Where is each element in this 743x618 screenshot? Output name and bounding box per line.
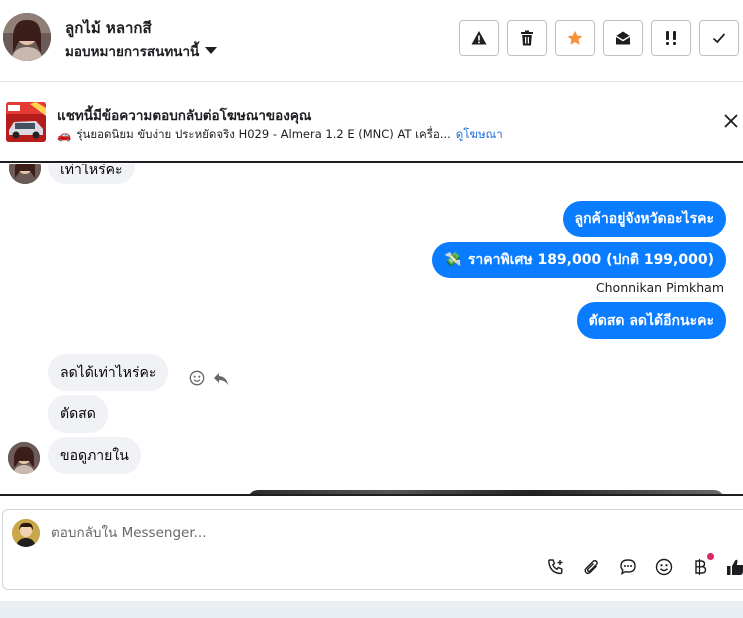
notification-dot	[707, 553, 714, 560]
close-icon[interactable]	[724, 113, 743, 135]
reply-composer	[2, 509, 743, 590]
page-avatar	[12, 519, 40, 547]
contact-avatar[interactable]	[3, 13, 51, 61]
emoji-icon[interactable]	[653, 556, 675, 578]
message-thread[interactable]: เท่าไหร่คะ ลูกค้าอยู่จังหวัดอะไรคะ 💸 ราค…	[0, 164, 743, 494]
divider	[0, 161, 743, 163]
contact-avatar-small	[8, 442, 40, 474]
ad-thumbnail[interactable]	[6, 102, 46, 142]
ad-reply-banner: แชทนี้มีข้อความตอบกลับต่อโฆษณาของคุณ 🚗 ร…	[0, 83, 743, 162]
message-bubble-incoming[interactable]: ขอดูภายใน	[48, 437, 141, 474]
message-bubble-incoming[interactable]: ลดได้เท่าไหร่คะ	[48, 354, 169, 391]
message-text: ลูกค้าอยู่จังหวัดอะไรคะ	[574, 211, 715, 227]
conversation-header: ลูกไม้ หลากสี มอบหมายการสนทนานี้	[0, 0, 743, 82]
message-bubble-incoming[interactable]: ตัดสด	[48, 395, 108, 433]
mark-unread-button[interactable]	[603, 20, 643, 56]
bottom-background	[0, 601, 743, 618]
divider	[0, 494, 743, 496]
message-text: ขอดูภายใน	[60, 447, 129, 464]
trash-icon	[520, 30, 534, 46]
star-icon	[567, 30, 583, 46]
assign-label: มอบหมายการสนทนานี้	[65, 44, 200, 60]
thumbs-up-icon[interactable]	[725, 556, 743, 578]
done-button[interactable]	[699, 20, 739, 56]
message-text: ตัดสด	[60, 406, 96, 422]
contact-avatar-small	[9, 164, 41, 184]
baht-payment-icon[interactable]	[689, 553, 714, 578]
message-text: เท่าไหร่คะ	[60, 164, 123, 178]
call-add-icon[interactable]	[545, 556, 567, 578]
message-text: ราคาพิเศษ 189,000 (ปกติ 199,000)	[467, 252, 714, 268]
exclamation-icon	[663, 30, 679, 46]
message-bubble-outgoing[interactable]: 💸 ราคาพิเศษ 189,000 (ปกติ 199,000)	[432, 242, 726, 278]
reply-input[interactable]	[51, 522, 571, 544]
contact-name: ลูกไม้ หลากสี	[65, 19, 152, 37]
spam-alert-button[interactable]	[459, 20, 499, 56]
star-button[interactable]	[555, 20, 595, 56]
ad-description-row: 🚗 รุ่นยอดนิยม ขับง่าย ประหยัดจริง H029 -…	[57, 126, 503, 144]
sender-name: Chonnikan Pimkham	[595, 280, 724, 295]
message-bubble-incoming[interactable]: เท่าไหร่คะ	[48, 164, 135, 184]
checkmark-icon	[712, 32, 726, 44]
follow-up-button[interactable]	[651, 20, 691, 56]
delete-button[interactable]	[507, 20, 547, 56]
message-bubble-outgoing[interactable]: ลูกค้าอยู่จังหวัดอะไรคะ	[562, 201, 726, 237]
caret-down-icon	[205, 46, 218, 54]
ad-banner-title: แชทนี้มีข้อความตอบกลับต่อโฆษณาของคุณ	[57, 108, 312, 124]
message-text: ตัดสด ลดได้อีกนะคะ	[588, 312, 714, 329]
envelope-open-icon	[615, 30, 631, 46]
money-wings-icon: 💸	[444, 252, 462, 268]
message-text: ลดได้เท่าไหร่คะ	[60, 364, 157, 381]
react-emoji-icon[interactable]	[189, 370, 205, 390]
saved-reply-icon[interactable]	[617, 556, 639, 578]
assign-conversation-dropdown[interactable]: มอบหมายการสนทนานี้	[65, 40, 218, 62]
warning-triangle-icon	[471, 30, 487, 46]
message-actions	[189, 370, 229, 390]
reply-icon[interactable]	[213, 371, 229, 390]
paperclip-icon[interactable]	[581, 556, 603, 578]
view-ad-link[interactable]: ดูโฆษณา	[456, 126, 503, 144]
ad-description: รุ่นยอดนิยม ขับง่าย ประหยัดจริง H029 - A…	[76, 127, 451, 141]
message-bubble-outgoing[interactable]: ตัดสด ลดได้อีกนะคะ	[576, 302, 726, 339]
car-icon: 🚗	[57, 128, 72, 142]
messenger-conversation-panel: ลูกไม้ หลากสี มอบหมายการสนทนานี้ แชทนี้ม…	[0, 0, 743, 618]
